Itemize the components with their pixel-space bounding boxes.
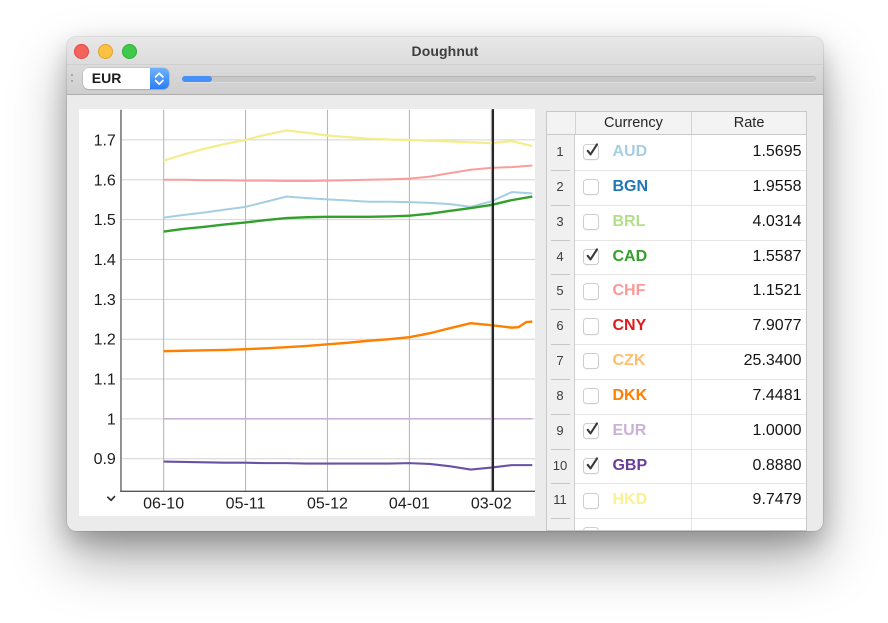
svg-text:03-02: 03-02: [471, 495, 512, 513]
svg-text:05-12: 05-12: [307, 495, 348, 513]
svg-text:1.1: 1.1: [94, 371, 116, 389]
svg-text:1.3: 1.3: [94, 291, 116, 309]
svg-text:1.5: 1.5: [94, 212, 116, 230]
svg-text:04-01: 04-01: [389, 495, 430, 513]
svg-text:1.4: 1.4: [94, 251, 116, 269]
svg-text:0.9: 0.9: [94, 451, 116, 469]
svg-text:05-11: 05-11: [226, 495, 266, 513]
svg-text:1.2: 1.2: [94, 331, 116, 349]
svg-text:06-10: 06-10: [143, 495, 184, 513]
svg-text:1.7: 1.7: [94, 132, 116, 150]
svg-text:1: 1: [107, 411, 116, 429]
svg-text:1.6: 1.6: [94, 172, 116, 190]
